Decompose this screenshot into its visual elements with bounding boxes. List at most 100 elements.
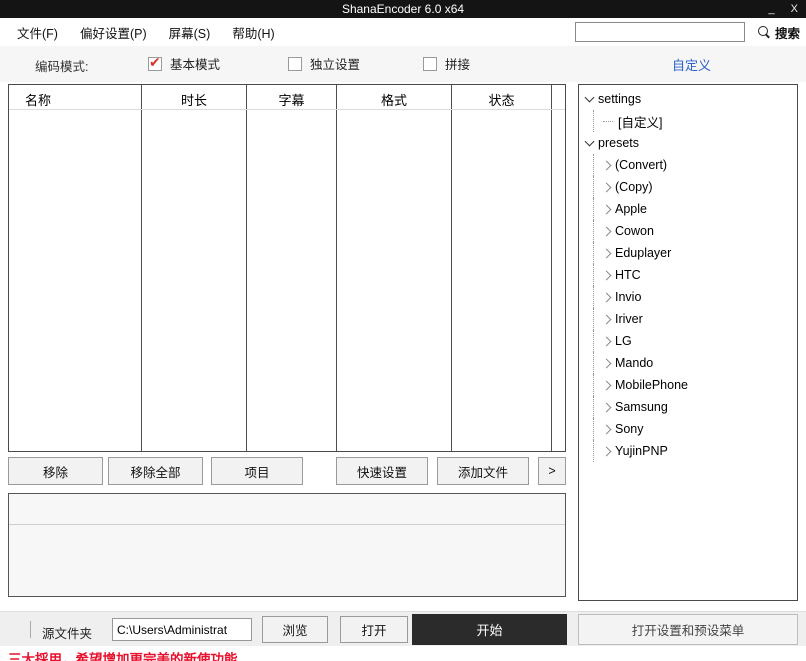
checkbox-independent-settings[interactable] (288, 57, 302, 71)
tree-item-label: Invio (615, 290, 641, 304)
chevron-right-icon[interactable] (602, 402, 612, 412)
chevron-right-icon[interactable] (602, 226, 612, 236)
menu-item-preferences[interactable]: 偏好设置(P) (69, 21, 158, 43)
tree-item-mando[interactable]: Mando (579, 352, 797, 374)
log-area[interactable] (8, 493, 566, 597)
chevron-right-icon[interactable] (602, 358, 612, 368)
tree-item-label: Sony (615, 422, 644, 436)
window-title: ShanaEncoder 6.0 x64 (342, 2, 464, 16)
chevron-right-icon[interactable] (602, 248, 612, 258)
table-filler (552, 85, 565, 451)
tree-item-custom[interactable]: [自定义] (579, 110, 797, 132)
tree-line (593, 110, 603, 132)
tree-item-eduplayer[interactable]: Eduplayer (579, 242, 797, 264)
chevron-right-icon[interactable] (602, 314, 612, 324)
tree-item-copy[interactable]: (Copy) (579, 176, 797, 198)
chevron-right-icon[interactable] (602, 336, 612, 346)
tree-item-label: Samsung (615, 400, 668, 414)
divider (30, 621, 31, 638)
chevron-right-icon[interactable] (602, 270, 612, 280)
mode-option-join[interactable]: 拼接 (423, 54, 470, 73)
menu-item-file[interactable]: 文件(F) (6, 21, 69, 43)
column-header-format[interactable]: 格式 (337, 85, 452, 451)
output-path-input[interactable] (112, 618, 252, 641)
add-files-button[interactable]: 添加文件 (437, 457, 529, 485)
source-folder-button[interactable]: 源文件夹 (42, 623, 92, 642)
tree-item-label: Apple (615, 202, 647, 216)
column-header-label: 名称 (25, 93, 51, 108)
tree-item-yujinpnp[interactable]: YujinPNP (579, 440, 797, 462)
tree-item-lg[interactable]: LG (579, 330, 797, 352)
tree-item-cowon[interactable]: Cowon (579, 220, 797, 242)
chevron-right-icon[interactable] (602, 204, 612, 214)
bottom-bar: 源文件夹 浏览 打开 开始 打开设置和预设菜单 (0, 611, 806, 646)
search-button[interactable]: 搜索 (758, 21, 800, 43)
column-header-label: 格式 (381, 93, 407, 108)
tree-item-label: HTC (615, 268, 641, 282)
search-input[interactable] (575, 22, 745, 42)
chevron-right-icon[interactable] (602, 380, 612, 390)
mode-option-label: 拼接 (445, 54, 470, 73)
encoding-mode-bar: 编码模式: 基本模式 独立设置 拼接 自定义 (0, 46, 806, 82)
open-button[interactable]: 打开 (340, 616, 408, 643)
tree-item-samsung[interactable]: Samsung (579, 396, 797, 418)
column-header-name[interactable]: 名称 (9, 85, 142, 451)
remove-all-button[interactable]: 移除全部 (108, 457, 203, 485)
column-header-subtitle[interactable]: 字幕 (247, 85, 337, 451)
preset-tree-panel[interactable]: settings [自定义] presets (Convert) (Copy) … (578, 84, 798, 601)
menu-item-help[interactable]: 帮助(H) (221, 21, 285, 43)
tree-item-label: (Convert) (615, 158, 667, 172)
log-area-divider (9, 524, 565, 525)
file-action-buttons: 移除 移除全部 项目 快速设置 添加文件 > (8, 457, 566, 485)
open-settings-presets-menu-button[interactable]: 打开设置和预设菜单 (578, 614, 798, 645)
customize-link[interactable]: 自定义 (672, 55, 711, 74)
column-header-status[interactable]: 状态 (452, 85, 552, 451)
column-header-label: 字幕 (278, 93, 304, 108)
tree-item-label: Eduplayer (615, 246, 671, 260)
project-button[interactable]: 项目 (211, 457, 303, 485)
tree-item-settings[interactable]: settings (579, 88, 797, 110)
window-controls: _ X (769, 0, 798, 18)
quick-settings-button[interactable]: 快速设置 (336, 457, 428, 485)
tree-item-mobilephone[interactable]: MobilePhone (579, 374, 797, 396)
search-button-label: 搜索 (775, 23, 800, 42)
chevron-down-icon[interactable] (585, 93, 595, 103)
tree-item-presets[interactable]: presets (579, 132, 797, 154)
mode-option-independent[interactable]: 独立设置 (288, 54, 360, 73)
tree-item-label: settings (598, 92, 641, 106)
chevron-right-icon[interactable] (602, 446, 612, 456)
tree-item-iriver[interactable]: Iriver (579, 308, 797, 330)
mode-option-basic[interactable]: 基本模式 (148, 54, 220, 73)
checkbox-basic-mode[interactable] (148, 57, 162, 71)
chevron-right-icon[interactable] (602, 424, 612, 434)
chevron-right-icon[interactable] (602, 182, 612, 192)
tree-item-invio[interactable]: Invio (579, 286, 797, 308)
menu-item-screen[interactable]: 屏幕(S) (158, 21, 222, 43)
tree-item-htc[interactable]: HTC (579, 264, 797, 286)
chevron-down-icon[interactable] (585, 137, 595, 147)
tree-item-label: [自定义] (618, 112, 662, 131)
remove-button[interactable]: 移除 (8, 457, 103, 485)
tree-item-convert[interactable]: (Convert) (579, 154, 797, 176)
tree-item-label: (Copy) (615, 180, 653, 194)
browse-button[interactable]: 浏览 (262, 616, 328, 643)
file-list-table[interactable]: 名称 时长 字幕 格式 状态 (8, 84, 566, 452)
start-button[interactable]: 开始 (412, 614, 567, 645)
tree-item-sony[interactable]: Sony (579, 418, 797, 440)
minimize-button[interactable]: _ (769, 3, 775, 15)
chevron-right-icon[interactable] (602, 292, 612, 302)
header-divider (9, 109, 565, 110)
column-header-label: 时长 (181, 93, 207, 108)
search-icon (758, 26, 771, 39)
checkbox-join[interactable] (423, 57, 437, 71)
encoding-mode-label: 编码模式: (35, 56, 88, 75)
tree-item-label: YujinPNP (615, 444, 668, 458)
mode-option-label: 基本模式 (170, 54, 220, 73)
title-bar: ShanaEncoder 6.0 x64 _ X (0, 0, 806, 18)
close-button[interactable]: X (791, 3, 798, 15)
tree-item-apple[interactable]: Apple (579, 198, 797, 220)
chevron-right-icon[interactable] (602, 160, 612, 170)
more-button[interactable]: > (538, 457, 566, 485)
mode-option-label: 独立设置 (310, 54, 360, 73)
column-header-duration[interactable]: 时长 (142, 85, 247, 451)
